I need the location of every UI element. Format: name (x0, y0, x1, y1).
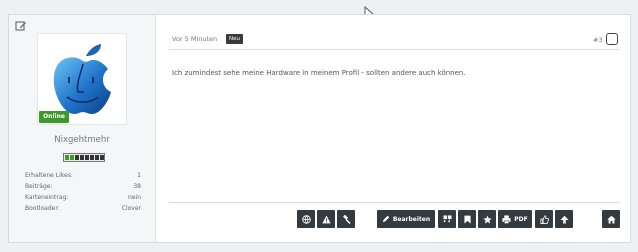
user-stats: Erhaltene Likes: 1 Beiträge: 38 Kartenei… (25, 170, 141, 214)
new-badge: Neu (226, 34, 243, 44)
quote-icon (443, 215, 451, 223)
username[interactable]: Nixgehtmehr (9, 135, 155, 145)
home-icon (606, 215, 616, 224)
globe-icon (301, 214, 311, 224)
moderate-button[interactable] (337, 210, 355, 228)
stat-bootloader: Bootloader: Clover (25, 203, 141, 214)
stat-posts: Beiträge: 38 (25, 181, 141, 192)
edit-icon[interactable] (15, 20, 27, 32)
print-pdf-button[interactable]: PDF (498, 210, 532, 228)
report-button[interactable] (317, 210, 335, 228)
forum-post: Online Nixgehtmehr Erhaltene Likes: 1 Be… (8, 14, 631, 243)
star-icon (482, 214, 492, 224)
favorite-button[interactable] (478, 210, 496, 228)
post-main: Vor 5 Minuten Neu #3 Ich zumindest sehe … (155, 15, 630, 242)
like-icon (539, 214, 549, 224)
edit-button[interactable]: Bearbeiten (377, 210, 435, 228)
warning-icon (321, 214, 331, 223)
bookmark-icon (463, 215, 471, 223)
pencil-icon (382, 215, 390, 223)
stat-value: 38 (133, 183, 141, 190)
pdf-label: PDF (514, 215, 528, 223)
stat-value: Clover (121, 205, 141, 212)
ip-info-button[interactable] (297, 210, 315, 228)
header-divider (169, 49, 620, 50)
stat-map-entry: Karteneintrag: nein (25, 192, 141, 203)
stat-likes: Erhaltene Likes: 1 (25, 170, 141, 181)
stat-label: Beiträge: (25, 183, 53, 190)
stat-label: Erhaltene Likes: (25, 172, 73, 179)
user-sidebar: Online Nixgehtmehr Erhaltene Likes: 1 Be… (9, 15, 156, 242)
edit-label: Bearbeiten (392, 215, 431, 223)
stat-label: Bootloader: (25, 205, 60, 212)
gavel-icon (342, 214, 351, 224)
stat-label: Karteneintrag: (25, 194, 69, 201)
home-button[interactable] (602, 210, 620, 228)
footer-divider (169, 202, 620, 203)
online-badge: Online (39, 111, 69, 123)
quote-button[interactable] (438, 210, 456, 228)
select-post-checkbox[interactable] (606, 33, 618, 45)
post-time[interactable]: Vor 5 Minuten (172, 35, 217, 43)
stat-value: nein (128, 194, 141, 201)
post-number[interactable]: #3 (593, 36, 603, 44)
arrow-up-icon (559, 215, 569, 224)
like-button[interactable] (535, 210, 553, 228)
stat-value: 1 (137, 172, 141, 179)
post-message: Ich zumindest sehe meine Hardware in mei… (172, 69, 466, 77)
bookmark-button[interactable] (458, 210, 476, 228)
scroll-top-button[interactable] (555, 210, 573, 228)
rank-bar (63, 153, 105, 162)
print-icon (502, 214, 511, 224)
